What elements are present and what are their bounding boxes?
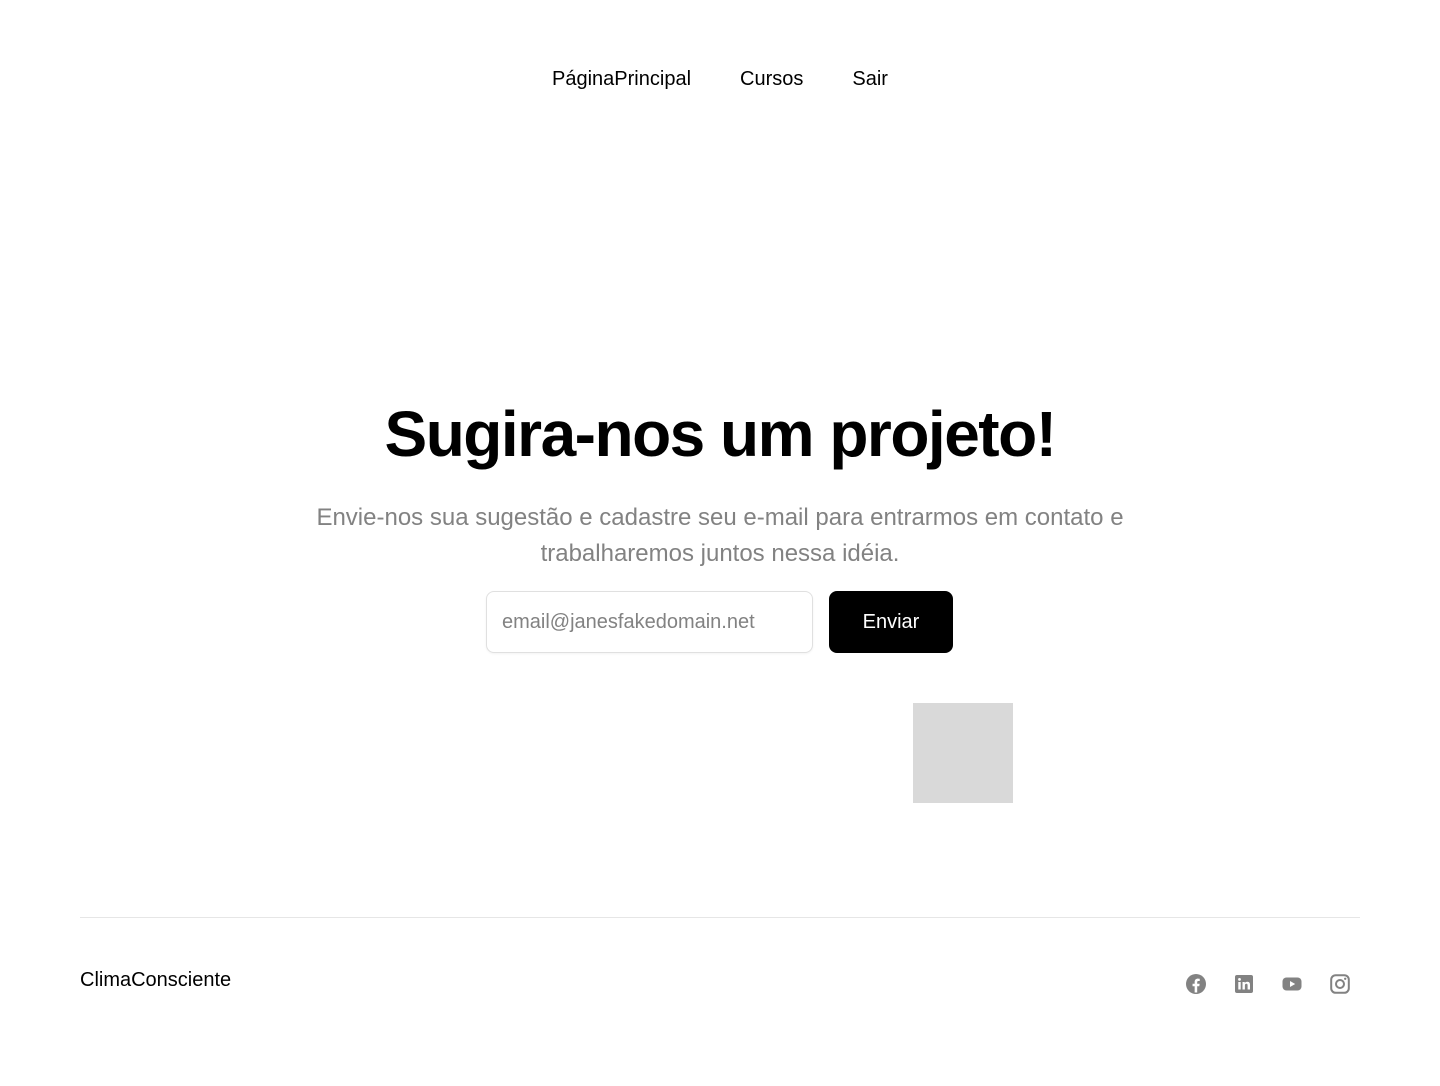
email-input[interactable] [486, 591, 813, 653]
footer-brand: ClimaConsciente [80, 969, 232, 991]
youtube-icon[interactable] [1280, 972, 1304, 996]
instagram-icon[interactable] [1328, 972, 1352, 996]
nav-link-pagina-principal[interactable]: PáginaPrincipal [552, 60, 691, 98]
nav-link-cursos[interactable]: Cursos [740, 60, 803, 98]
linkedin-icon[interactable] [1232, 972, 1256, 996]
hero-subtitle: Envie-nos sua sugestão e cadastre seu e-… [316, 504, 1124, 567]
image-placeholder [913, 703, 1013, 803]
facebook-icon[interactable] [1184, 972, 1208, 996]
social-links [1184, 972, 1352, 996]
page-title: Sugira-nos um projeto! [384, 398, 1058, 470]
top-navigation: PáginaPrincipal Cursos Sair [0, 60, 1440, 98]
footer-divider [80, 917, 1360, 918]
send-button[interactable]: Enviar [829, 591, 953, 653]
suggestion-form: Enviar [486, 591, 953, 653]
hero-section: Sugira-nos um projeto! Envie-nos sua sug… [0, 396, 1440, 572]
nav-link-sair[interactable]: Sair [852, 60, 888, 98]
